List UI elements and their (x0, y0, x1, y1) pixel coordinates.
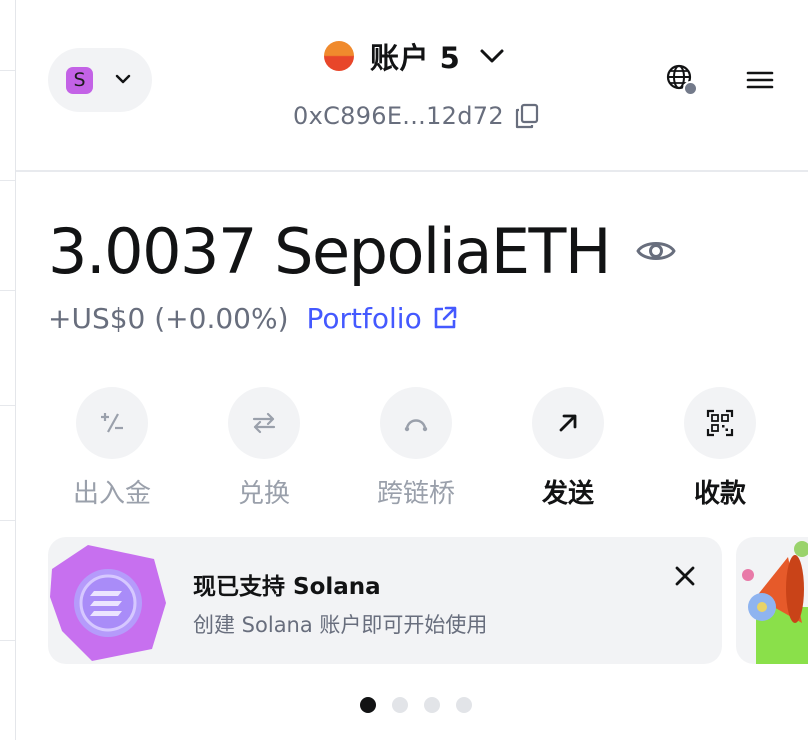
network-avatar: S (66, 67, 93, 94)
copy-icon[interactable] (514, 103, 540, 129)
send-button[interactable]: 发送 (518, 387, 618, 510)
portfolio-link[interactable]: Portfolio (307, 302, 422, 335)
carousel-dot[interactable] (424, 697, 440, 713)
connected-sites-button[interactable] (666, 64, 698, 98)
megaphone-flowers-illustration (742, 541, 808, 664)
banner-subtitle: 创建 Solana 账户即可开始使用 (193, 613, 488, 637)
send-arrow-icon (559, 414, 577, 432)
external-link-icon[interactable] (432, 305, 458, 331)
connection-status-dot (683, 81, 698, 96)
buy-sell-icon (101, 413, 123, 433)
carousel-dot[interactable] (456, 697, 472, 713)
close-icon[interactable] (674, 565, 696, 587)
receive-label: 收款 (693, 479, 746, 509)
next-promo-banner[interactable] (736, 537, 808, 664)
wallet-header: S 账户 5 0xC896E...12d72 (16, 0, 808, 172)
carousel-dot[interactable] (392, 697, 408, 713)
balance-change-row: +US$0 (+0.00%) Portfolio (48, 298, 458, 338)
swap-button[interactable]: 兑换 (214, 387, 314, 510)
chevron-down-icon (480, 49, 504, 63)
account-avatar (324, 41, 354, 71)
carousel-dot[interactable] (360, 697, 376, 713)
receive-button[interactable]: 收款 (670, 387, 770, 510)
solana-coin-illustration (50, 545, 166, 661)
qr-code-icon (706, 409, 734, 437)
hamburger-menu-icon[interactable] (746, 68, 774, 92)
network-picker-button[interactable]: S (48, 48, 152, 112)
bridge-icon (404, 419, 428, 432)
send-label: 发送 (541, 479, 594, 509)
carousel-pagination (360, 697, 488, 713)
balance-amount: 3.0037 SepoliaETH (48, 214, 612, 288)
account-address: 0xC896E...12d72 (293, 102, 504, 130)
bridge-button[interactable]: 跨链桥 (366, 387, 466, 510)
buy-sell-button[interactable]: 出入金 (62, 387, 162, 510)
account-address-copy[interactable]: 0xC896E...12d72 (293, 98, 540, 134)
solana-promo-banner[interactable]: 现已支持 Solana 创建 Solana 账户即可开始使用 (48, 537, 722, 664)
account-picker-button[interactable]: 账户 5 (324, 36, 506, 76)
balance-change: +US$0 (+0.00%) (48, 301, 289, 335)
background-panel-edge (0, 0, 16, 740)
banner-title: 现已支持 Solana (193, 574, 381, 600)
eye-icon[interactable] (636, 237, 676, 265)
balance-row: 3.0037 SepoliaETH (48, 214, 676, 288)
bridge-label: 跨链桥 (376, 479, 455, 509)
swap-label: 兑换 (237, 479, 290, 509)
buy-sell-label: 出入金 (72, 479, 151, 509)
account-name: 账户 5 (370, 41, 461, 75)
swap-icon (252, 412, 276, 434)
chevron-down-icon (115, 74, 131, 84)
